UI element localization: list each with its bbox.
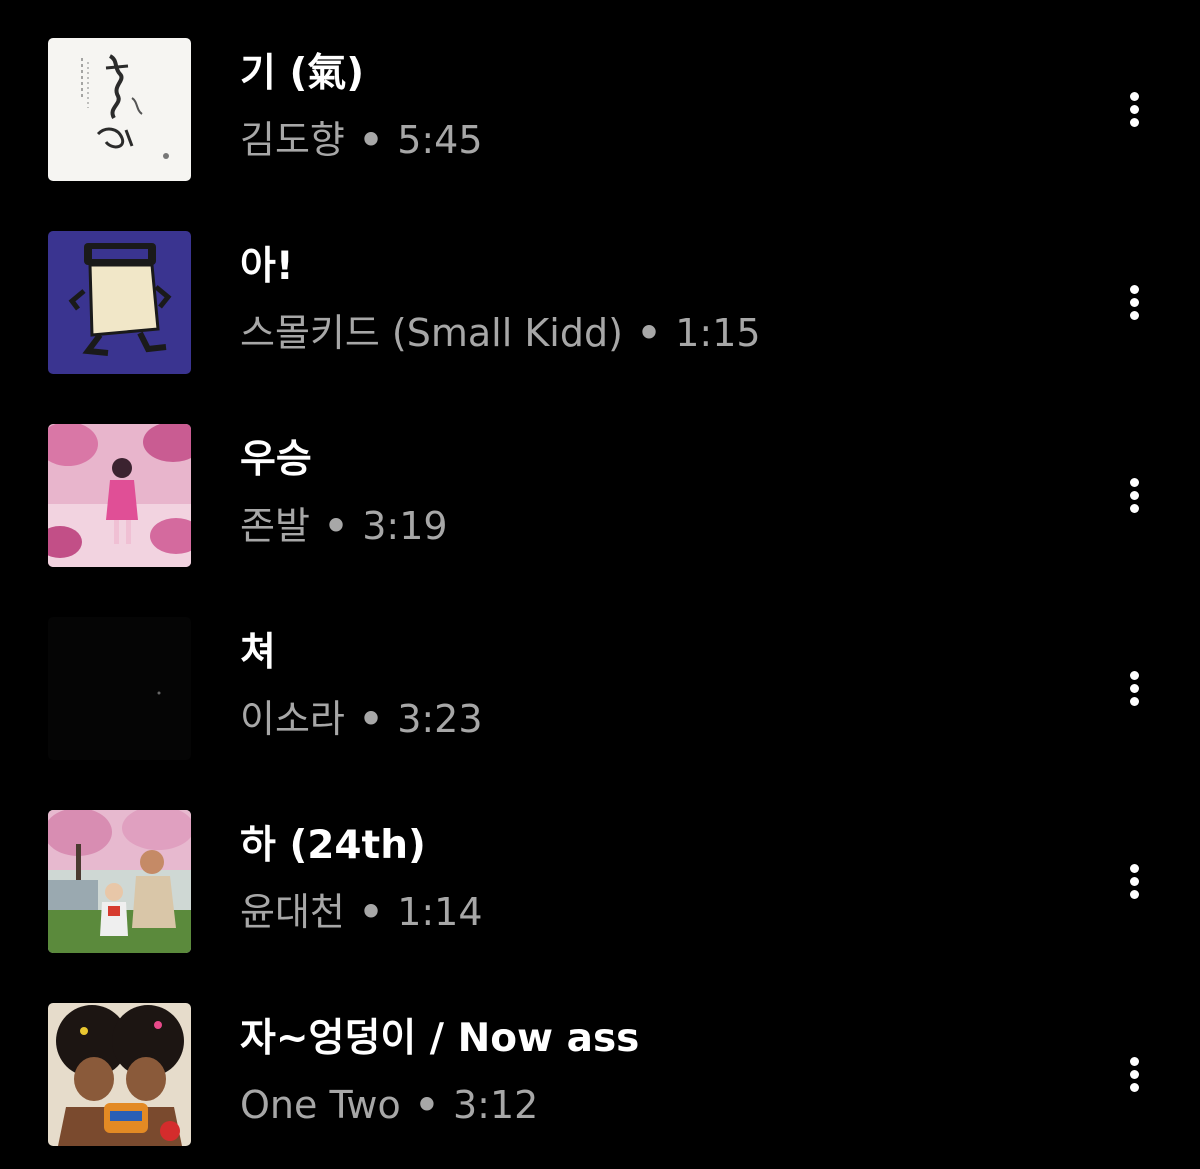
track-title: 쳐	[240, 630, 276, 675]
calligraphy-album-art	[48, 38, 191, 181]
track-subtitle: 윤대천 • 1:14	[240, 888, 483, 936]
separator-dot: •	[636, 311, 662, 355]
track-artist: 김도향	[240, 118, 345, 162]
track-subtitle: 김도향 • 5:45	[240, 116, 483, 164]
separator-dot: •	[358, 890, 384, 934]
track-artist: 스몰키드 (Small Kidd)	[240, 311, 623, 355]
cherry-tree-photo-album-art	[48, 810, 191, 953]
track-title: 우승	[240, 437, 312, 482]
track-title: 기 (氣)	[240, 51, 365, 96]
paper-bag-album-art	[48, 231, 191, 374]
afro-duo-album-art	[48, 1003, 191, 1146]
track-title: 자~엉덩이 / Now ass	[240, 1016, 640, 1061]
separator-dot: •	[358, 697, 384, 741]
separator-dot: •	[358, 118, 384, 162]
track-subtitle: 이소라 • 3:23	[240, 695, 483, 743]
album-art-thumbnail[interactable]	[48, 810, 191, 953]
track-duration: 1:14	[397, 890, 483, 934]
black-album-art	[48, 617, 191, 760]
album-art-thumbnail[interactable]	[48, 38, 191, 181]
more-vert-icon[interactable]	[1114, 86, 1154, 134]
separator-dot: •	[323, 504, 349, 548]
album-art-thumbnail[interactable]	[48, 1003, 191, 1146]
track-duration: 3:23	[397, 697, 483, 741]
track-title: 아!	[240, 244, 294, 289]
separator-dot: •	[414, 1083, 439, 1127]
track-subtitle: 존발 • 3:19	[240, 502, 448, 550]
track-row[interactable]: 쳐 이소라 • 3:23	[0, 579, 1200, 772]
track-artist: 존발	[240, 504, 310, 548]
album-art-thumbnail[interactable]	[48, 231, 191, 374]
track-duration: 5:45	[397, 118, 483, 162]
track-duration: 1:15	[675, 311, 761, 355]
track-row[interactable]: 우승 존발 • 3:19	[0, 386, 1200, 579]
pink-blossom-album-art	[48, 424, 191, 567]
track-artist: 윤대천	[240, 890, 345, 934]
track-duration: 3:19	[362, 504, 448, 548]
album-art-thumbnail[interactable]	[48, 617, 191, 760]
track-subtitle: 스몰키드 (Small Kidd) • 1:15	[240, 309, 761, 357]
track-title: 하 (24th)	[240, 823, 426, 868]
track-row[interactable]: 아! 스몰키드 (Small Kidd) • 1:15	[0, 193, 1200, 386]
more-vert-icon[interactable]	[1114, 1051, 1154, 1099]
track-row[interactable]: 기 (氣) 김도향 • 5:45	[0, 0, 1200, 193]
more-vert-icon[interactable]	[1114, 858, 1154, 906]
track-artist: One Two	[240, 1083, 401, 1127]
track-row[interactable]: 자~엉덩이 / Now ass One Two • 3:12	[0, 965, 1200, 1158]
track-list: 기 (氣) 김도향 • 5:45 아! 스몰키드 (Small Kidd) • 1:15	[0, 0, 1200, 1169]
track-artist: 이소라	[240, 697, 345, 741]
track-subtitle: One Two • 3:12	[240, 1081, 538, 1129]
album-art-thumbnail[interactable]	[48, 424, 191, 567]
more-vert-icon[interactable]	[1114, 665, 1154, 713]
track-row[interactable]: 하 (24th) 윤대천 • 1:14	[0, 772, 1200, 965]
more-vert-icon[interactable]	[1114, 472, 1154, 520]
track-duration: 3:12	[453, 1083, 539, 1127]
more-vert-icon[interactable]	[1114, 279, 1154, 327]
